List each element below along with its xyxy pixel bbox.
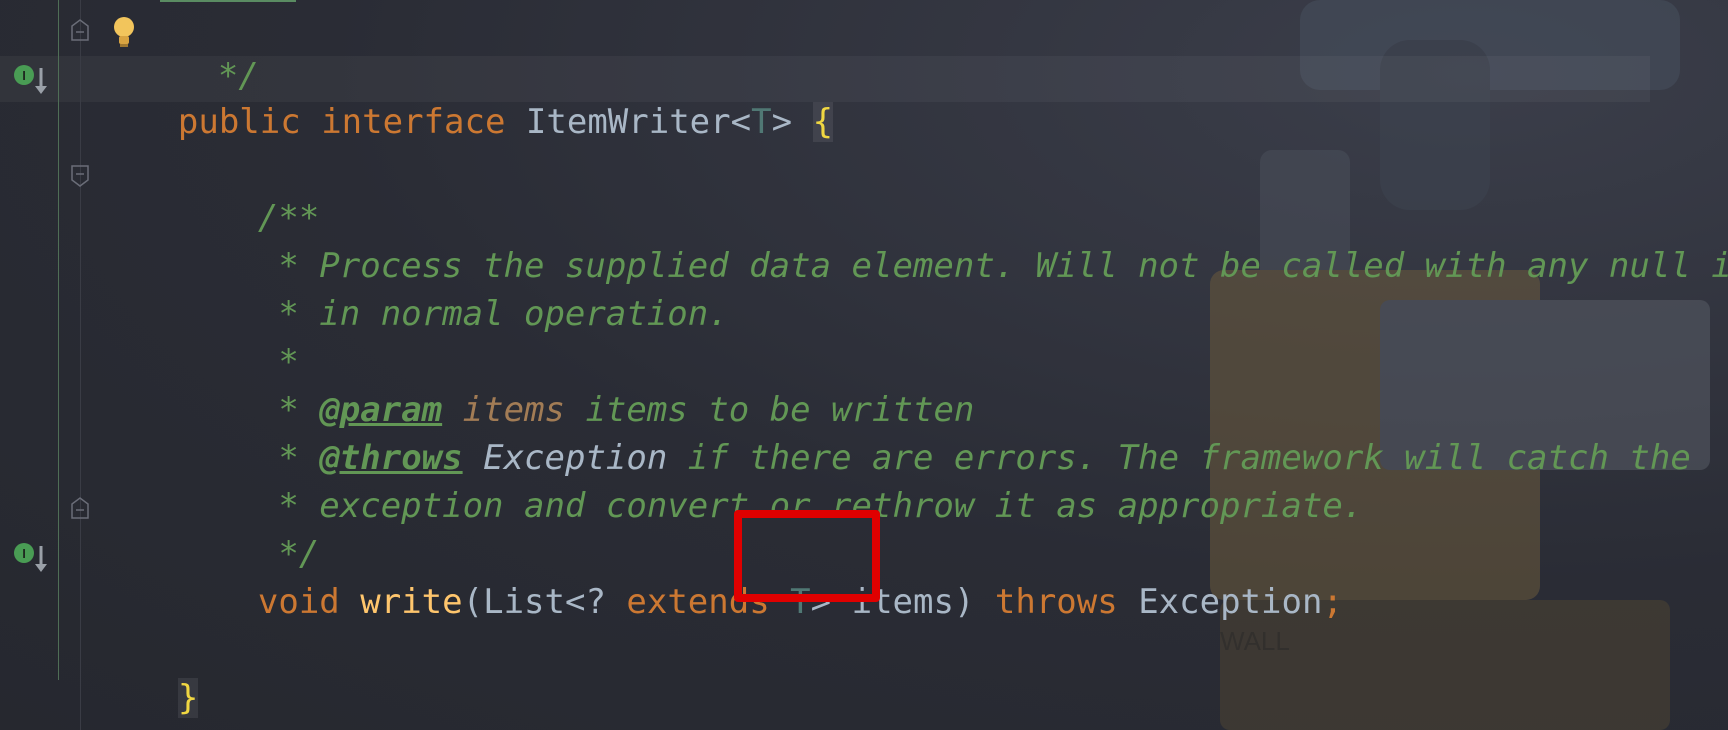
implemented-by-icon[interactable]: I bbox=[12, 540, 52, 576]
interface-name[interactable]: ItemWriter bbox=[526, 102, 731, 142]
semicolon: ; bbox=[1322, 582, 1343, 622]
gutter-change-marker bbox=[58, 0, 59, 680]
scroll-indicator bbox=[160, 0, 296, 2]
code-line-javadoc: * bbox=[176, 296, 298, 382]
javadoc-text: * in normal operation. bbox=[257, 294, 729, 334]
parameter-type[interactable]: (List<? bbox=[463, 582, 627, 622]
close-brace: } bbox=[177, 678, 199, 718]
highlight-annotation-box bbox=[734, 510, 880, 602]
implemented-by-icon[interactable]: I bbox=[12, 62, 52, 98]
code-line-interface-declaration: public interface ItemWriter<T> { bbox=[96, 56, 834, 142]
code-line-javadoc-throws: * @throws Exception if there are errors.… bbox=[176, 392, 1690, 478]
keyword-interface: interface bbox=[321, 102, 506, 142]
svg-text:I: I bbox=[22, 68, 26, 83]
keyword-throws: throws bbox=[994, 582, 1118, 622]
code-line-javadoc-start: /** bbox=[176, 152, 319, 238]
method-name[interactable]: write bbox=[360, 582, 462, 622]
fold-end-icon[interactable] bbox=[70, 496, 90, 520]
lightbulb-icon[interactable] bbox=[110, 14, 138, 50]
code-line-javadoc: * exception and convert or rethrow it as… bbox=[176, 440, 1363, 526]
generic-open: < bbox=[730, 102, 752, 142]
type-parameter[interactable]: T bbox=[751, 102, 771, 142]
svg-text:I: I bbox=[22, 546, 26, 561]
keyword-void: void bbox=[257, 582, 340, 622]
keyword-public: public bbox=[177, 102, 301, 142]
code-line-javadoc-param: * @param items items to be written bbox=[176, 344, 974, 430]
fold-end-icon[interactable] bbox=[70, 18, 90, 42]
code-line-javadoc: * Process the supplied data element. Wil… bbox=[176, 200, 1728, 286]
generic-close: > bbox=[771, 102, 793, 142]
open-brace: { bbox=[812, 102, 834, 142]
svg-text:WALL: WALL bbox=[1220, 626, 1290, 656]
fold-start-icon[interactable] bbox=[70, 164, 90, 188]
code-line-close-brace: } bbox=[96, 632, 199, 718]
code-line-javadoc-end: */ bbox=[176, 488, 319, 574]
gutter-separator bbox=[80, 0, 81, 730]
code-line-javadoc: * in normal operation. bbox=[176, 248, 728, 334]
code-editor[interactable]: WALL I I */ public interface ItemWriter<… bbox=[0, 0, 1728, 730]
exception-type[interactable]: Exception bbox=[1138, 582, 1322, 622]
code-line-comment-end: */ bbox=[136, 10, 259, 96]
